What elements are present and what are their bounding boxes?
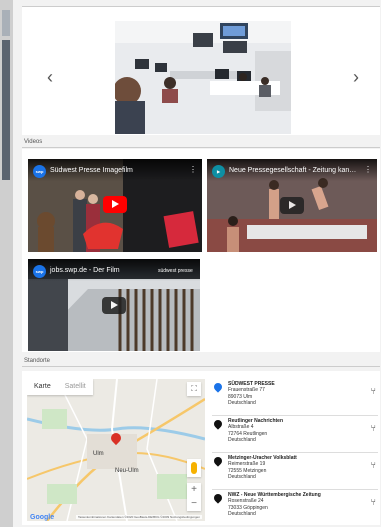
video-watermark: südwest presse xyxy=(158,268,193,274)
location-country: Deutschland xyxy=(228,510,256,517)
play-icon[interactable] xyxy=(102,297,126,314)
directions-icon[interactable]: ⑂ xyxy=(371,497,376,507)
locations-section: Karte Satellit ⛶ Ulm Neu-Ulm + − Google … xyxy=(22,371,380,525)
location-address: Reutlinger Nachrichten Albstraße 4 72764… xyxy=(228,418,283,443)
video-player[interactable]: ▶ Neue Pressegesellschaft - Zeitung kan…… xyxy=(207,159,377,252)
location-pin-icon xyxy=(212,418,224,430)
video-player[interactable]: swp Südwest Presse Imagefilm ⋮ xyxy=(28,159,202,252)
zoom-controls: + − xyxy=(187,483,201,511)
directions-icon[interactable]: ⑂ xyxy=(371,423,376,433)
sidebar-block-light xyxy=(2,10,10,36)
map-type-tabs: Karte Satellit xyxy=(27,379,93,395)
location-country: Deutschland xyxy=(228,436,256,443)
location-item[interactable]: SÜDWEST PRESSE Frauenstraße 77 89073 Ulm… xyxy=(212,379,378,416)
location-pin-icon xyxy=(212,455,224,467)
tab-map[interactable]: Karte xyxy=(27,379,58,395)
location-address: NWZ - Neue Württembergische Zeitung Rose… xyxy=(228,492,321,517)
more-icon[interactable]: ⋮ xyxy=(189,165,197,174)
map-legal-text[interactable]: Tastenkombinationen Kartendaten ©2020 Ge… xyxy=(75,515,202,519)
page: ‹ › Videos swp Südwest Presse Imagefilm … xyxy=(0,0,381,527)
directions-icon[interactable]: ⑂ xyxy=(371,460,376,470)
office-photo xyxy=(115,21,291,134)
google-logo: Google xyxy=(30,513,55,521)
location-country: Deutschland xyxy=(228,399,256,406)
tab-satellite[interactable]: Satellit xyxy=(58,379,93,395)
gallery-image xyxy=(115,21,291,134)
play-icon[interactable] xyxy=(280,197,304,214)
location-list: SÜDWEST PRESSE Frauenstraße 77 89073 Ulm… xyxy=(212,379,378,527)
location-item[interactable]: Metzinger-Uracher Volksblatt Reimerstraß… xyxy=(212,453,378,490)
video-title[interactable]: jobs.swp.de - Der Film xyxy=(50,267,120,274)
swp-logo: swp xyxy=(33,265,46,278)
play-icon[interactable] xyxy=(103,196,127,213)
zoom-in-button[interactable]: + xyxy=(187,483,201,497)
location-country: Deutschland xyxy=(228,473,256,480)
pegman-icon[interactable] xyxy=(187,459,201,477)
divider xyxy=(22,147,380,148)
location-item[interactable]: Reutlinger Nachrichten Albstraße 4 72764… xyxy=(212,416,378,453)
location-pin-icon xyxy=(212,381,224,393)
left-scroll-sidebar[interactable] xyxy=(0,0,13,527)
location-item[interactable]: NWZ - Neue Württembergische Zeitung Rose… xyxy=(212,490,378,527)
zoom-out-button[interactable]: − xyxy=(187,497,201,511)
video-title[interactable]: Südwest Presse Imagefilm xyxy=(50,167,133,174)
gallery-prev-arrow[interactable]: ‹ xyxy=(42,67,58,88)
channel-logo: ▶ xyxy=(212,165,225,178)
city-label: Neu-Ulm xyxy=(115,468,139,474)
city-label: Ulm xyxy=(93,451,104,457)
fullscreen-icon[interactable]: ⛶ xyxy=(187,382,201,396)
videos-section: swp Südwest Presse Imagefilm ⋮ ▶ Neue Pr… xyxy=(22,149,380,352)
video-player[interactable]: swp jobs.swp.de - Der Film südwest press… xyxy=(28,259,200,351)
image-gallery: ‹ › xyxy=(22,6,380,135)
locations-heading: Standorte xyxy=(24,358,51,364)
map-canvas[interactable] xyxy=(27,379,205,521)
video-title[interactable]: Neue Pressegesellschaft - Zeitung kan… xyxy=(229,167,356,174)
swp-logo: swp xyxy=(33,165,46,178)
directions-icon[interactable]: ⑂ xyxy=(371,386,376,396)
gallery-next-arrow[interactable]: › xyxy=(348,67,364,88)
google-map[interactable]: Karte Satellit ⛶ Ulm Neu-Ulm + − Google … xyxy=(27,379,205,521)
divider xyxy=(22,366,380,367)
location-pin-icon xyxy=(212,492,224,504)
sidebar-block-dark xyxy=(2,40,10,180)
more-icon[interactable]: ⋮ xyxy=(364,165,372,174)
location-address: SÜDWEST PRESSE Frauenstraße 77 89073 Ulm… xyxy=(228,381,275,406)
location-address: Metzinger-Uracher Volksblatt Reimerstraß… xyxy=(228,455,297,480)
videos-heading: Videos xyxy=(24,139,43,145)
map-footer: Google Tastenkombinationen Kartendaten ©… xyxy=(27,513,205,521)
